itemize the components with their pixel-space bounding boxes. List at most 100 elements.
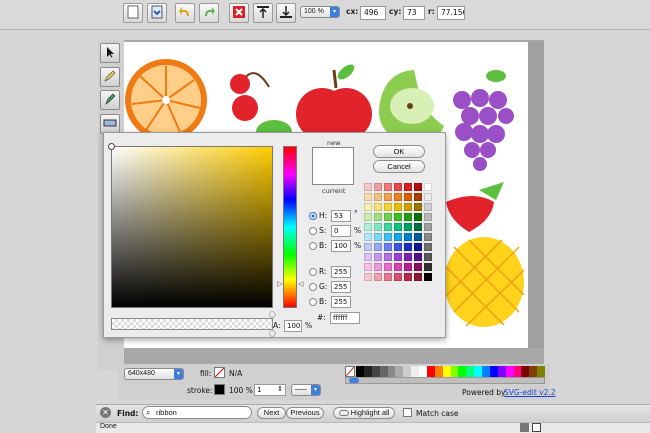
red-input[interactable]: 255 [331, 266, 351, 278]
palette-swatch[interactable] [482, 366, 490, 377]
swatch[interactable] [414, 263, 422, 271]
stroke-width-input[interactable]: 1 ⇕ [254, 384, 286, 396]
new-document-button[interactable] [123, 3, 143, 23]
green-radio[interactable] [309, 283, 317, 291]
swatch[interactable] [394, 203, 402, 211]
swatch[interactable] [394, 233, 402, 241]
saturation-input[interactable]: 0 [331, 225, 351, 237]
palette-swatch[interactable] [411, 366, 419, 377]
swatch[interactable] [414, 213, 422, 221]
hue-slider-left-handle[interactable]: ▷ [277, 280, 282, 288]
swatch[interactable] [374, 193, 382, 201]
swatch[interactable] [384, 213, 392, 221]
swatch[interactable] [424, 253, 432, 261]
stroke-style-select[interactable]: ––– ▾ [291, 384, 321, 396]
palette-swatch[interactable] [419, 366, 427, 377]
swatch[interactable] [384, 183, 392, 191]
swatch[interactable] [404, 203, 412, 211]
swatch[interactable] [404, 273, 412, 281]
swatch[interactable] [374, 203, 382, 211]
swatch[interactable] [374, 263, 382, 271]
palette-swatch[interactable] [505, 366, 514, 377]
palette-swatch[interactable] [395, 366, 404, 377]
hex-input[interactable]: ffffff [330, 312, 360, 324]
green-input[interactable]: 255 [331, 281, 351, 293]
palette-swatch[interactable] [537, 366, 545, 377]
palette-swatch[interactable] [529, 366, 538, 377]
saturation-brightness-field[interactable] [111, 146, 273, 308]
cy-input[interactable]: 73 [403, 6, 425, 20]
sv-cursor-handle[interactable] [108, 143, 115, 150]
swatch[interactable] [424, 223, 432, 231]
swatch[interactable] [384, 193, 392, 201]
highlight-all-button[interactable]: Highlight all [333, 407, 395, 419]
cancel-button[interactable]: Cancel [373, 160, 425, 173]
palette-swatch[interactable] [371, 366, 380, 377]
find-input[interactable]: ⌕ ribbon [142, 406, 252, 419]
blue-radio[interactable] [309, 298, 317, 306]
redo-button[interactable] [199, 3, 219, 23]
swatch[interactable] [374, 243, 382, 251]
palette-swatch[interactable] [442, 366, 451, 377]
swatch[interactable] [394, 193, 402, 201]
swatch[interactable] [394, 253, 402, 261]
swatch[interactable] [424, 233, 432, 241]
swatch[interactable] [384, 263, 392, 271]
find-next-button[interactable]: Next [257, 407, 286, 419]
swatch[interactable] [364, 183, 372, 191]
pencil-tool-button[interactable] [100, 67, 120, 87]
swatch[interactable] [364, 273, 372, 281]
swatch[interactable] [424, 273, 432, 281]
blue-input[interactable]: 255 [331, 296, 351, 308]
swatch[interactable] [364, 233, 372, 241]
close-find-icon[interactable]: ✕ [100, 407, 111, 418]
swatch[interactable] [364, 223, 372, 231]
cx-input[interactable]: 496 [360, 6, 386, 20]
palette-swatch[interactable] [434, 366, 443, 377]
swatch[interactable] [414, 273, 422, 281]
swatch[interactable] [404, 233, 412, 241]
swatch[interactable] [404, 183, 412, 191]
swatch[interactable] [424, 203, 432, 211]
swatch[interactable] [414, 223, 422, 231]
saturation-radio[interactable] [309, 227, 317, 235]
hue-input[interactable]: 53 [331, 210, 351, 222]
swatch[interactable] [394, 263, 402, 271]
match-case-checkbox[interactable] [403, 408, 412, 417]
swatch[interactable] [364, 213, 372, 221]
fill-color-swatch[interactable] [214, 367, 225, 378]
brightness-input[interactable]: 100 [331, 240, 351, 252]
stepper-icon[interactable]: ⇕ [277, 384, 283, 394]
swatch[interactable] [424, 193, 432, 201]
palette-swatch[interactable] [426, 366, 435, 377]
swatch[interactable] [414, 233, 422, 241]
swatch[interactable] [404, 193, 412, 201]
swatch[interactable] [394, 223, 402, 231]
swatch[interactable] [394, 213, 402, 221]
swatch[interactable] [374, 233, 382, 241]
ok-button[interactable]: OK [373, 145, 425, 158]
status-icon-b[interactable] [532, 423, 541, 432]
swatch[interactable] [404, 253, 412, 261]
swatch[interactable] [414, 183, 422, 191]
swatch[interactable] [394, 273, 402, 281]
swatch[interactable] [364, 243, 372, 251]
alpha-bottom-handle[interactable]: ◯ [269, 330, 276, 337]
swatch[interactable] [394, 183, 402, 191]
palette-swatch[interactable] [387, 366, 396, 377]
undo-button[interactable] [175, 3, 195, 23]
red-radio[interactable] [309, 268, 317, 276]
swatch[interactable] [374, 213, 382, 221]
palette-swatch[interactable] [363, 366, 372, 377]
hue-slider-right-handle[interactable]: ◁ [298, 280, 303, 288]
swatch[interactable] [424, 213, 432, 221]
palette-swatch[interactable] [474, 366, 482, 377]
swatch[interactable] [384, 243, 392, 251]
alpha-input[interactable]: 100 [284, 320, 302, 332]
hue-radio[interactable] [309, 212, 317, 220]
brightness-radio[interactable] [309, 242, 317, 250]
swatch[interactable] [404, 243, 412, 251]
rectangle-tool-button[interactable] [100, 114, 120, 134]
swatch[interactable] [374, 253, 382, 261]
swatch[interactable] [364, 193, 372, 201]
